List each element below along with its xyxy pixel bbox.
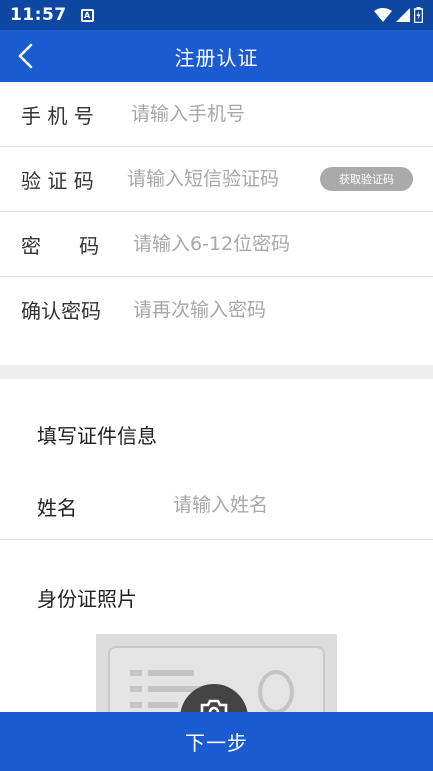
status-bar: 11:57 A bbox=[0, 0, 433, 30]
chevron-left-icon bbox=[18, 43, 33, 69]
name-input[interactable] bbox=[173, 490, 413, 520]
confirm-row: 确认密码 bbox=[0, 277, 433, 342]
name-label: 姓名 bbox=[37, 496, 77, 520]
name-row: 姓名 bbox=[0, 470, 433, 540]
id-card-upload[interactable] bbox=[96, 634, 337, 724]
id-photo-title: 身份证照片 bbox=[37, 587, 137, 611]
phone-row: 手 机 号 bbox=[0, 82, 433, 147]
password-label: 密 码 bbox=[21, 233, 100, 258]
status-time: 11:57 bbox=[10, 5, 67, 25]
page-title: 注册认证 bbox=[174, 45, 259, 70]
battery-icon bbox=[414, 7, 423, 23]
a-notification-icon: A bbox=[80, 8, 94, 22]
code-input[interactable] bbox=[127, 164, 312, 194]
code-label: 验 证 码 bbox=[21, 168, 94, 193]
next-button[interactable]: 下一步 bbox=[0, 712, 433, 771]
confirm-input[interactable] bbox=[133, 294, 413, 325]
back-button[interactable] bbox=[8, 38, 42, 74]
password-input[interactable] bbox=[133, 229, 413, 259]
password-row: 密 码 bbox=[0, 212, 433, 277]
phone-input[interactable] bbox=[131, 99, 411, 129]
id-section-title: 填写证件信息 bbox=[37, 424, 157, 448]
section-divider bbox=[0, 365, 433, 379]
get-code-button[interactable]: 获取验证码 bbox=[320, 167, 413, 191]
app-header: 注册认证 bbox=[0, 30, 433, 82]
wifi-icon bbox=[374, 8, 392, 22]
code-row: 验 证 码 获取验证码 bbox=[0, 147, 433, 212]
signal-icon bbox=[396, 8, 410, 22]
status-icons bbox=[374, 7, 423, 23]
confirm-label: 确认密码 bbox=[21, 299, 101, 323]
phone-label: 手 机 号 bbox=[21, 103, 94, 128]
